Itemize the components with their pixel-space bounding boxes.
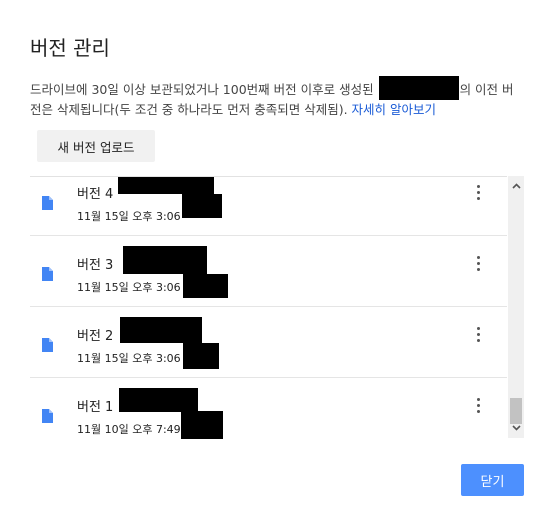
chevron-down-icon[interactable] xyxy=(508,420,524,436)
redacted-author xyxy=(181,411,223,439)
redacted-name xyxy=(123,246,207,274)
version-date: 11월 15일 오후 3:06 xyxy=(77,210,181,223)
version-label: 버전 3 xyxy=(77,258,114,273)
file-icon xyxy=(42,267,53,281)
dialog-title: 버전 관리 xyxy=(30,36,110,60)
version-date: 11월 15일 오후 3:06 xyxy=(77,281,181,294)
more-options-button[interactable] xyxy=(477,185,481,205)
version-row: 버전 3 11월 15일 오후 3:06 xyxy=(30,236,507,307)
file-icon xyxy=(42,338,53,352)
more-options-button[interactable] xyxy=(477,256,481,276)
version-label: 버전 4 xyxy=(77,187,114,202)
learn-more-link[interactable]: 자세히 알아보기 xyxy=(352,102,436,117)
chevron-up-icon[interactable] xyxy=(508,178,524,194)
version-label: 버전 1 xyxy=(77,400,114,415)
version-list: 버전 4 11월 15일 오후 3:06 버전 3 11월 15일 오후 3:0… xyxy=(30,176,507,439)
more-options-button[interactable] xyxy=(477,398,481,418)
version-row: 버전 2 11월 15일 오후 3:06 xyxy=(30,307,507,378)
dialog-description: 드라이브에 30일 이상 보관되었거나 100번째 버전 이후로 생성된 의 이… xyxy=(30,76,520,119)
file-icon xyxy=(42,196,53,210)
version-row: 버전 4 11월 15일 오후 3:06 xyxy=(30,177,507,236)
version-date: 11월 15일 오후 3:06 xyxy=(77,352,181,365)
redacted-author xyxy=(182,194,222,218)
redacted-author xyxy=(183,274,228,298)
version-list-scrollbar[interactable] xyxy=(508,176,524,438)
close-button[interactable]: 닫기 xyxy=(461,464,524,496)
more-options-button[interactable] xyxy=(477,327,481,347)
version-label: 버전 2 xyxy=(77,329,114,344)
version-date: 11월 10일 오후 7:49 xyxy=(77,423,181,436)
description-text-1: 드라이브에 30일 이상 보관되었거나 100번째 버전 이후로 생성된 xyxy=(30,82,378,97)
file-icon xyxy=(42,409,53,423)
version-row: 버전 1 11월 10일 오후 7:49 xyxy=(30,378,507,439)
redacted-name xyxy=(120,317,202,343)
redacted-name xyxy=(119,388,198,412)
redacted-name xyxy=(118,177,214,194)
redacted-author xyxy=(183,343,219,369)
redacted-filename xyxy=(378,76,459,100)
upload-new-version-button[interactable]: 새 버전 업로드 xyxy=(37,130,155,162)
